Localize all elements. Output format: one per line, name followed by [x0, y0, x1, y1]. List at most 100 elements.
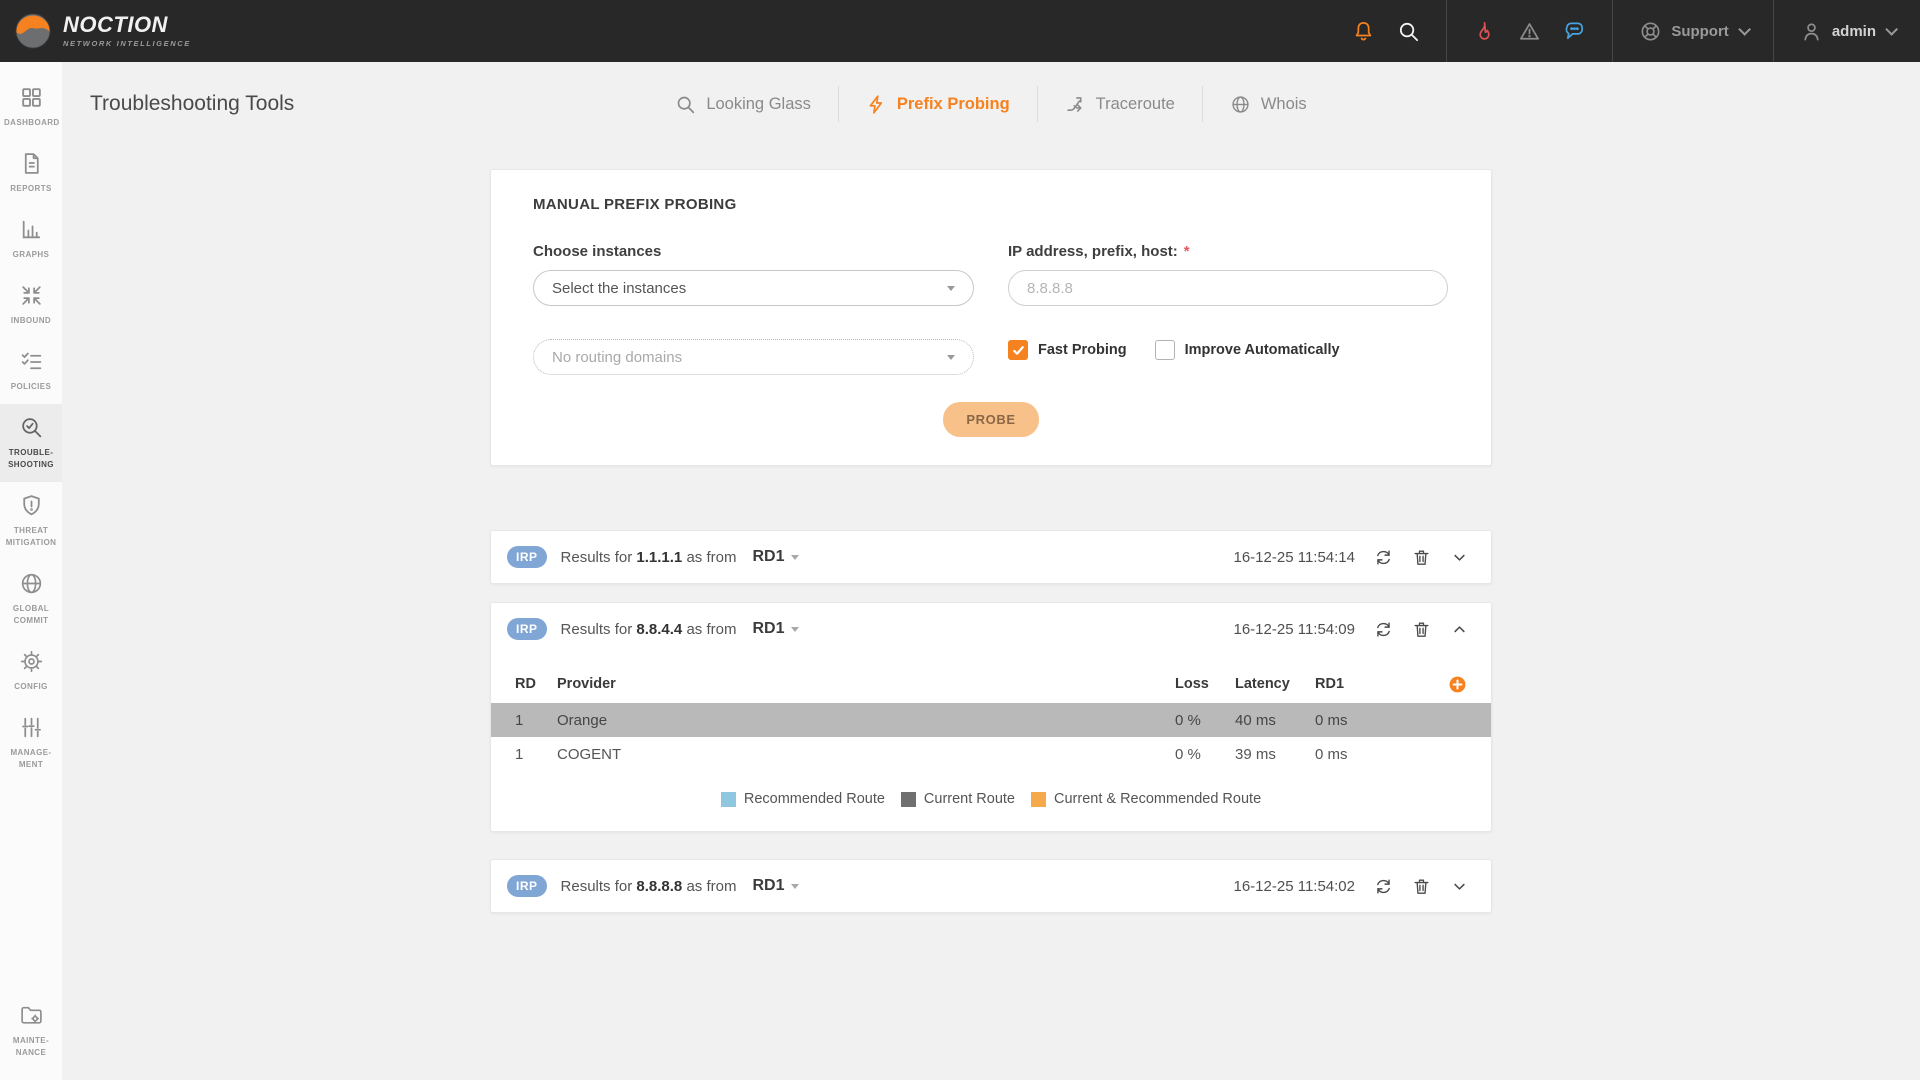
topbar: NOCTION NETWORK INTELLIGENCE — [0, 0, 1920, 62]
results-for-text: Results for — [561, 621, 633, 638]
probe-button[interactable]: PROBE — [943, 402, 1038, 437]
improve-automatically-label[interactable]: Improve Automatically — [1185, 342, 1340, 358]
sidebar-item-inbound[interactable]: INBOUND — [0, 272, 62, 338]
sidebar-item-label: GRAPHS — [13, 249, 50, 261]
sidebar-item-global-commit[interactable]: GLOBAL COMMIT — [0, 560, 62, 638]
col-loss: Loss — [1175, 676, 1235, 692]
ip-address-input[interactable] — [1008, 270, 1448, 306]
rd-name: RD1 — [752, 620, 784, 638]
brand-tagline: NETWORK INTELLIGENCE — [63, 39, 191, 48]
rd-name: RD1 — [752, 877, 784, 895]
sidebar-item-label: MAINTE-NANCE — [4, 1035, 58, 1059]
chevron-down-icon — [1885, 23, 1898, 36]
ip-address-label-text: IP address, prefix, host: — [1008, 243, 1178, 260]
refresh-icon[interactable] — [1374, 548, 1393, 567]
rd-name: RD1 — [752, 548, 784, 566]
results-for-text: Results for — [561, 549, 633, 566]
search-icon[interactable] — [1397, 20, 1420, 43]
add-column-plus-icon[interactable] — [1448, 675, 1467, 694]
irp-badge: IRP — [507, 618, 547, 640]
cell-rd1: 0 ms — [1315, 746, 1421, 763]
support-label: Support — [1671, 23, 1729, 40]
tab-label: Traceroute — [1096, 95, 1175, 114]
trash-icon[interactable] — [1412, 548, 1431, 567]
result-title: Results for 1.1.1.1 as from — [561, 549, 737, 566]
target-column: IP address, prefix, host:* Fast Probing — [1008, 243, 1448, 375]
check-icon — [1012, 344, 1025, 357]
brand-logo[interactable]: NOCTION NETWORK INTELLIGENCE — [14, 12, 191, 50]
sidebar-item-threat-mitigation[interactable]: THREAT MITIGATION — [0, 482, 62, 560]
table-row[interactable]: 1 Orange 0 % 40 ms 0 ms — [491, 703, 1491, 737]
rd-selector[interactable]: RD1 — [752, 877, 799, 895]
flame-status-icon[interactable] — [1473, 20, 1496, 43]
chevron-down-icon[interactable] — [1450, 548, 1469, 567]
user-icon — [1800, 20, 1823, 43]
legend-label: Current Route — [924, 791, 1015, 807]
chevron-up-icon[interactable] — [1450, 620, 1469, 639]
chat-feedback-icon[interactable] — [1563, 20, 1586, 43]
result-card-8-8-8-8: IRP Results for 8.8.8.8 as from RD1 16-1… — [490, 859, 1492, 913]
fast-probing-label[interactable]: Fast Probing — [1038, 342, 1127, 358]
ip-address-label: IP address, prefix, host:* — [1008, 243, 1448, 260]
fast-probing-checkbox[interactable] — [1008, 340, 1028, 360]
col-latency: Latency — [1235, 676, 1315, 692]
sidebar-item-troubleshooting[interactable]: TROUBLE-SHOOTING — [0, 404, 62, 482]
user-menu[interactable]: admin — [1800, 20, 1894, 43]
cell-provider: Orange — [557, 712, 1175, 729]
col-rd: RD — [515, 676, 557, 692]
tab-prefix-probing[interactable]: Prefix Probing — [839, 94, 1037, 115]
legend-swatch-recommended — [721, 792, 736, 807]
chevron-down-icon — [791, 627, 799, 632]
chevron-down-icon[interactable] — [1450, 877, 1469, 896]
sidebar-item-maintenance[interactable]: MAINTE-NANCE — [0, 992, 62, 1070]
legend-label: Current & Recommended Route — [1054, 791, 1261, 807]
sidebar-item-management[interactable]: MANAGE-MENT — [0, 704, 62, 782]
tab-looking-glass[interactable]: Looking Glass — [648, 94, 838, 115]
sidebar-item-reports[interactable]: REPORTS — [0, 140, 62, 206]
main-content: Troubleshooting Tools Looking Glass Pref… — [62, 62, 1920, 1080]
result-card-1-1-1-1: IRP Results for 1.1.1.1 as from RD1 16-1… — [490, 530, 1492, 584]
noction-logo-icon — [14, 12, 52, 50]
improve-automatically-checkbox[interactable] — [1155, 340, 1175, 360]
as-from-text: as from — [686, 621, 736, 638]
sidebar-item-graphs[interactable]: GRAPHS — [0, 206, 62, 272]
support-menu[interactable]: Support — [1639, 20, 1747, 43]
manual-prefix-probing-card: MANUAL PREFIX PROBING Choose instances S… — [490, 169, 1492, 466]
sidebar-item-config[interactable]: CONFIG — [0, 638, 62, 704]
result-timestamp: 16-12-25 11:54:09 — [1234, 621, 1356, 638]
legend-swatch-current-recommended — [1031, 792, 1046, 807]
table-row[interactable]: 1 COGENT 0 % 39 ms 0 ms — [491, 737, 1491, 771]
notifications-bell-icon[interactable] — [1352, 20, 1375, 43]
sidebar-item-label: CONFIG — [14, 681, 48, 693]
sidebar-item-dashboard[interactable]: DASHBOARD — [0, 74, 62, 140]
sidebar-item-policies[interactable]: POLICIES — [0, 338, 62, 404]
refresh-icon[interactable] — [1374, 877, 1393, 896]
chevron-down-icon — [791, 555, 799, 560]
trash-icon[interactable] — [1412, 877, 1431, 896]
rd-selector[interactable]: RD1 — [752, 620, 799, 638]
topbar-divider — [1773, 0, 1774, 62]
rd-selector[interactable]: RD1 — [752, 548, 799, 566]
sidebar-item-label: REPORTS — [10, 183, 51, 195]
chevron-down-icon — [791, 884, 799, 889]
trash-icon[interactable] — [1412, 620, 1431, 639]
lifebuoy-icon — [1639, 20, 1662, 43]
routing-domains-value: No routing domains — [552, 349, 682, 366]
instances-select-value: Select the instances — [552, 280, 686, 297]
tab-label: Prefix Probing — [897, 95, 1010, 114]
routing-domains-select[interactable]: No routing domains — [533, 339, 974, 375]
refresh-icon[interactable] — [1374, 620, 1393, 639]
sidebar-item-label: GLOBAL COMMIT — [4, 603, 58, 627]
instances-column: Choose instances Select the instances No… — [533, 243, 974, 375]
col-provider: Provider — [557, 676, 1175, 692]
tab-traceroute[interactable]: Traceroute — [1038, 94, 1202, 115]
legend-label: Recommended Route — [744, 791, 885, 807]
sidebar-item-label: TROUBLE-SHOOTING — [4, 447, 58, 471]
cell-rd: 1 — [515, 712, 557, 729]
tab-whois[interactable]: Whois — [1203, 94, 1334, 115]
alerts-warning-icon[interactable] — [1518, 20, 1541, 43]
result-card-8-8-4-4: IRP Results for 8.8.4.4 as from RD1 16-1… — [490, 602, 1492, 832]
instances-select[interactable]: Select the instances — [533, 270, 974, 306]
topbar-divider — [1446, 0, 1447, 62]
route-legend: Recommended Route Current Route Current … — [491, 771, 1491, 831]
